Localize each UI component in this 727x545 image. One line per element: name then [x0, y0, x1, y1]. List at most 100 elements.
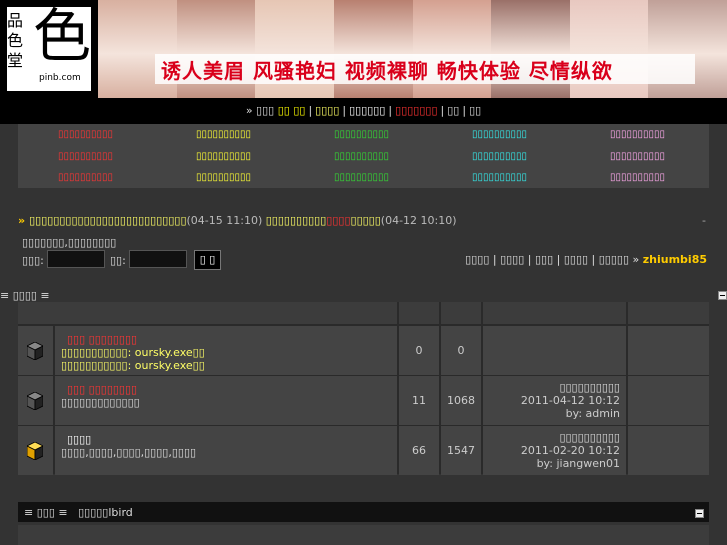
nav-item[interactable]: ▯▯ ▯▯ — [278, 104, 306, 117]
last-post-cell: ▯▯▯▯▯▯▯▯▯▯ 2011-02-20 10:12 by: jiangwen01 — [483, 426, 626, 475]
topic-count: 0 — [415, 344, 423, 357]
forum-description: ▯▯▯▯▯▯▯▯▯▯▯: oursky.exe▯▯ — [61, 359, 205, 372]
directory-link[interactable]: ▯▯▯▯▯▯▯▯▯▯ — [472, 151, 527, 162]
password-label: ▯▯: — [110, 254, 126, 267]
directory-link[interactable]: ▯▯▯▯▯▯▯▯▯▯ — [58, 172, 113, 183]
forum-icon-cell — [18, 376, 53, 425]
last-post-author[interactable]: by: admin — [566, 407, 620, 420]
forum-description: ▯▯▯▯▯▯▯▯▯▯▯▯▯ — [61, 396, 140, 409]
directory-link[interactable]: ▯▯▯▯▯▯▯▯▯▯ — [610, 172, 665, 183]
login-hint: ▯▯▯▯▯▯▯,▯▯▯▯▯▯▯▯ — [22, 236, 117, 249]
site-banner: 品色堂 色 pinb.com 诱人美眉 风骚艳妇 视频裸聊 畅快体验 尽情纵欲 — [0, 0, 727, 98]
site-logo[interactable]: 品色堂 色 pinb.com — [0, 0, 98, 98]
forum-name-link[interactable]: ▯▯▯ ▯▯▯▯▯▯▯▯ — [67, 333, 137, 346]
moderator-cell — [628, 426, 709, 475]
table-header-forum — [18, 302, 397, 324]
section-bar: ≡ ▯▯▯ ≡ ▯▯▯▯▯lbird — [18, 502, 709, 522]
logo-side-text: 品色堂 — [7, 11, 24, 70]
nav-separator: | — [462, 104, 467, 117]
directory-link[interactable]: ▯▯▯▯▯▯▯▯▯▯ — [610, 129, 665, 140]
forum-row[interactable]: ▯▯▯▯ ▯▯▯▯,▯▯▯▯,▯▯▯▯,▯▯▯▯,▯▯▯▯ 66 1547 ▯▯▯▯▯▯… — [18, 426, 709, 475]
username-label: ▯▯▯: — [22, 254, 44, 267]
directory-link[interactable]: ▯▯▯▯▯▯▯▯▯▯ — [472, 129, 527, 140]
posts-cell: 1547 — [441, 426, 481, 475]
directory-link[interactable]: ▯▯▯▯▯▯▯▯▯▯ — [334, 151, 389, 162]
forum-new-posts-icon — [27, 442, 43, 460]
last-post-author[interactable]: by: jiangwen01 — [537, 457, 620, 470]
announcement-link-1[interactable]: ▯▯▯▯▯▯▯▯▯▯▯▯▯▯▯▯▯▯▯▯▯▯▯▯▯▯ — [29, 214, 186, 227]
forum-row[interactable]: ▯▯▯ ▯▯▯▯▯▯▯▯ ▯▯▯▯▯▯▯▯▯▯▯▯▯ 11 1068 ▯▯▯▯▯▯▯▯▯… — [18, 376, 709, 425]
nav-item[interactable]: ▯▯ — [447, 104, 459, 117]
last-post-title[interactable]: ▯▯▯▯▯▯▯▯▯▯ — [559, 431, 620, 444]
forum-name-link[interactable]: ▯▯▯ ▯▯▯▯▯▯▯▯ — [67, 383, 137, 396]
link-directory: ▯▯▯▯▯▯▯▯▯▯ ▯▯▯▯▯▯▯▯▯▯ ▯▯▯▯▯▯▯▯▯▯ ▯▯▯▯▯▯▯▯▯▯… — [18, 124, 709, 188]
forum-name-link[interactable]: ▯▯▯▯ — [67, 433, 91, 446]
forum-icon-cell — [18, 426, 53, 475]
moderator-cell — [628, 326, 709, 375]
nav-item[interactable]: ▯▯ — [469, 104, 481, 117]
directory-link[interactable]: ▯▯▯▯▯▯▯▯▯▯ — [58, 151, 113, 162]
forum-description: ▯▯▯▯▯▯▯▯▯▯▯: oursky.exe▯▯ — [61, 346, 205, 359]
forum-info-cell: ▯▯▯ ▯▯▯▯▯▯▯▯ ▯▯▯▯▯▯▯▯▯▯▯: oursky.exe▯▯ ▯▯▯… — [55, 326, 397, 375]
user-links[interactable]: ▯▯▯▯ | ▯▯▯▯ | ▯▯▯ | ▯▯▯▯ | ▯▯▯▯▯ » — [465, 253, 639, 266]
forum-no-new-posts-icon — [27, 342, 43, 360]
announcement-date-1: (04-15 11:10) — [186, 214, 263, 227]
table-header-posts — [441, 302, 481, 324]
collapse-icon[interactable] — [695, 509, 704, 518]
directory-link[interactable]: ▯▯▯▯▯▯▯▯▯▯ — [472, 172, 527, 183]
last-post-date: 2011-04-12 10:12 — [520, 394, 620, 407]
table-header-topics — [399, 302, 439, 324]
nav-item[interactable]: ▯▯▯▯▯▯ — [349, 104, 385, 117]
nav-item[interactable]: ▯▯▯▯▯▯▯ — [395, 104, 437, 117]
last-post-cell: ▯▯▯▯▯▯▯▯▯▯ 2011-04-12 10:12 by: admin — [483, 376, 626, 425]
nav-separator: | — [342, 104, 347, 117]
announcement-link-2[interactable]: ▯▯▯▯▯▯▯▯▯▯▯▯▯▯▯▯▯▯▯ — [266, 214, 381, 227]
nav-item[interactable]: ▯▯▯▯ — [315, 104, 339, 117]
section-header-row — [18, 525, 709, 545]
post-count: 0 — [457, 344, 465, 357]
table-header-last-post — [483, 302, 626, 324]
forum-info-cell: ▯▯▯▯ ▯▯▯▯,▯▯▯▯,▯▯▯▯,▯▯▯▯,▯▯▯▯ — [55, 426, 397, 475]
banner-slogan: 诱人美眉 风骚艳妇 视频裸聊 畅快体验 尽情纵欲 — [155, 54, 695, 84]
last-post-title[interactable]: ▯▯▯▯▯▯▯▯▯▯ — [559, 381, 620, 394]
forum-row[interactable]: ▯▯▯ ▯▯▯▯▯▯▯▯ ▯▯▯▯▯▯▯▯▯▯▯: oursky.exe▯▯ ▯▯▯… — [18, 326, 709, 375]
post-count: 1547 — [447, 444, 475, 457]
logo-url: pinb.com — [39, 73, 81, 83]
ticker-arrow-icon: » — [18, 214, 26, 227]
collapse-icon[interactable] — [718, 291, 727, 300]
password-input[interactable] — [129, 250, 187, 268]
section-bar-title: ≡ ▯▯▯ ≡ ▯▯▯▯▯lbird — [24, 506, 133, 519]
directory-link[interactable]: ▯▯▯▯▯▯▯▯▯▯ — [196, 129, 251, 140]
post-count: 1068 — [447, 394, 475, 407]
login-button[interactable]: ▯ ▯ — [194, 250, 221, 270]
directory-link[interactable]: ▯▯▯▯▯▯▯▯▯▯ — [334, 129, 389, 140]
directory-link[interactable]: ▯▯▯▯▯▯▯▯▯▯ — [196, 151, 251, 162]
announcement-ticker: » ▯▯▯▯▯▯▯▯▯▯▯▯▯▯▯▯▯▯▯▯▯▯▯▯▯▯(04-15 11:10)… — [18, 214, 709, 230]
directory-link[interactable]: ▯▯▯▯▯▯▯▯▯▯ — [196, 172, 251, 183]
nav-lead: » — [245, 104, 257, 117]
section-title: ≡ ▯▯▯▯ ≡ — [0, 289, 50, 302]
posts-cell: 0 — [441, 326, 481, 375]
forum-description: ▯▯▯▯,▯▯▯▯,▯▯▯▯,▯▯▯▯,▯▯▯▯ — [61, 446, 197, 459]
posts-cell: 1068 — [441, 376, 481, 425]
forum-no-new-posts-icon — [27, 392, 43, 410]
directory-link[interactable]: ▯▯▯▯▯▯▯▯▯▯ — [610, 151, 665, 162]
nav-separator: | — [440, 104, 445, 117]
logo-glyph: 色 — [33, 2, 92, 70]
username-link[interactable]: zhiumbi85 — [643, 253, 707, 266]
nav-separator: | — [388, 104, 393, 117]
table-header-moderator — [628, 302, 709, 324]
topics-cell: 11 — [399, 376, 439, 425]
topic-count: 11 — [412, 394, 426, 407]
username-input[interactable] — [47, 250, 105, 268]
nav-separator: | — [308, 104, 313, 117]
directory-link[interactable]: ▯▯▯▯▯▯▯▯▯▯ — [58, 129, 113, 140]
announcement-date-2: (04-12 10:10) — [380, 214, 457, 227]
nav-item[interactable]: ▯▯▯ — [256, 104, 274, 117]
main-nav: » ▯▯▯ ▯▯ ▯▯ | ▯▯▯▯ | ▯▯▯▯▯▯ | ▯▯▯▯▯▯▯ | ▯▯ | ▯▯ — [0, 98, 727, 124]
ticker-collapse[interactable]: - — [702, 214, 706, 227]
topic-count: 66 — [412, 444, 426, 457]
directory-link[interactable]: ▯▯▯▯▯▯▯▯▯▯ — [334, 172, 389, 183]
slogan-text: 诱人美眉 风骚艳妇 视频裸聊 畅快体验 尽情纵欲 — [161, 59, 613, 83]
forum-icon-cell — [18, 326, 53, 375]
